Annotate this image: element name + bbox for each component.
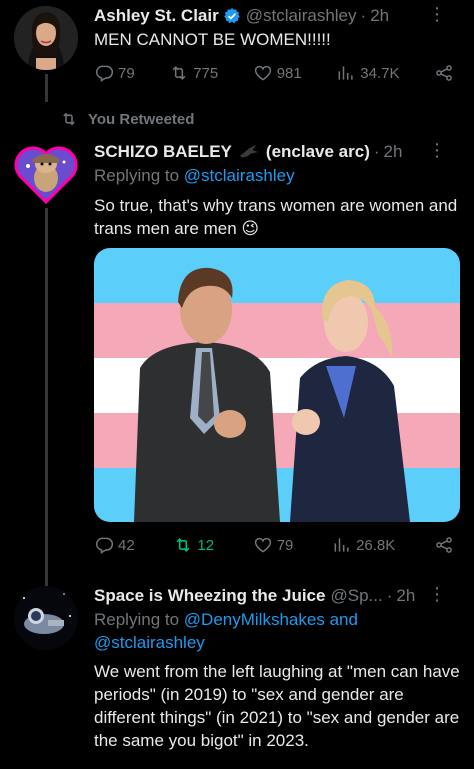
retweeted-label: You Retweeted bbox=[88, 110, 195, 128]
like-count: 981 bbox=[276, 64, 302, 82]
author-name-suffix[interactable]: (enclave arc) bbox=[266, 142, 370, 162]
share-icon bbox=[436, 537, 452, 553]
like-button[interactable]: 981 bbox=[253, 63, 302, 83]
author-handle[interactable]: @Sp... bbox=[330, 586, 382, 606]
separator-dot: · bbox=[373, 142, 380, 161]
timestamp[interactable]: 2h bbox=[370, 6, 389, 26]
verified-badge-icon bbox=[223, 8, 240, 24]
thread-line bbox=[45, 208, 48, 588]
retweet-count: 775 bbox=[193, 64, 219, 82]
avatar-ashley-image bbox=[14, 6, 78, 70]
replying-prefix: Replying to bbox=[94, 610, 180, 629]
replying-prefix: Replying to bbox=[94, 166, 180, 185]
retweet-icon bbox=[172, 66, 186, 80]
views-count: 34.7K bbox=[360, 64, 400, 82]
reply-icon bbox=[95, 65, 114, 82]
reply-button[interactable]: 42 bbox=[94, 535, 135, 555]
tweet-media-image[interactable] bbox=[94, 248, 460, 522]
retweet-button[interactable]: 12 bbox=[173, 535, 214, 555]
retweet-count: 12 bbox=[197, 536, 215, 554]
avatar-space[interactable] bbox=[14, 586, 78, 650]
author-name[interactable]: Space is Wheezing the Juice bbox=[94, 586, 325, 606]
tweet-text: MEN CANNOT BE WOMEN!!!!! bbox=[94, 30, 331, 49]
tweet-text: We went from the left laughing at "men c… bbox=[94, 662, 460, 750]
reply-and-text: and bbox=[329, 610, 358, 629]
timestamp[interactable]: 2h bbox=[396, 586, 415, 606]
more-icon[interactable]: ⋮ bbox=[428, 140, 446, 161]
separator-dot: · bbox=[386, 586, 393, 605]
like-icon bbox=[254, 537, 271, 553]
author-name[interactable]: Ashley St. Clair bbox=[94, 6, 219, 26]
timestamp[interactable]: 2h bbox=[384, 142, 403, 162]
separator-dot: · bbox=[360, 6, 367, 25]
retweet-icon bbox=[176, 537, 190, 553]
author-name[interactable]: SCHIZO BAELEY bbox=[94, 142, 232, 162]
views-icon bbox=[338, 66, 353, 80]
retweet-icon bbox=[63, 112, 75, 126]
reply-mention-link[interactable]: @stclairashley bbox=[94, 633, 205, 652]
retweet-button[interactable]: 775 bbox=[169, 63, 218, 83]
views-icon bbox=[334, 538, 349, 552]
reply-mention-link[interactable]: @stclairashley bbox=[184, 166, 295, 185]
more-icon[interactable]: ⋮ bbox=[428, 584, 446, 605]
avatar-schizo[interactable] bbox=[14, 142, 78, 206]
tweet-schizo[interactable]: SCHIZO BAELEY (enclave arc) · 2h ⋮ Reply… bbox=[0, 136, 474, 588]
reply-icon bbox=[95, 537, 114, 554]
views-button[interactable]: 34.7K bbox=[336, 63, 399, 83]
views-count: 26.8K bbox=[356, 536, 396, 554]
share-icon bbox=[436, 65, 452, 81]
like-icon bbox=[254, 65, 271, 81]
views-button[interactable]: 26.8K bbox=[332, 535, 395, 555]
reply-mention-link[interactable]: @DenyMilkshakes bbox=[184, 610, 325, 629]
like-count: 79 bbox=[276, 536, 294, 554]
reply-count: 79 bbox=[118, 64, 135, 82]
tweet-ashley[interactable]: Ashley St. Clair @stclairashley · 2h ⋮ M… bbox=[0, 0, 474, 100]
reply-count: 42 bbox=[118, 536, 135, 554]
share-button[interactable] bbox=[434, 535, 454, 555]
more-icon[interactable]: ⋮ bbox=[428, 4, 446, 25]
replying-to: Replying to @stclairashley bbox=[94, 164, 460, 187]
tweet-space[interactable]: Space is Wheezing the Juice @Sp... · 2h … bbox=[0, 580, 474, 769]
trans-flag-photo bbox=[94, 248, 460, 522]
like-button[interactable]: 79 bbox=[253, 535, 294, 555]
avatar-schizo-image bbox=[14, 146, 78, 205]
bird-emoji-icon bbox=[239, 144, 258, 158]
share-button[interactable] bbox=[434, 63, 454, 83]
reply-button[interactable]: 79 bbox=[94, 63, 135, 83]
author-handle[interactable]: @stclairashley bbox=[246, 6, 357, 26]
tweet-text: So true, that's why trans women are wome… bbox=[94, 196, 458, 238]
avatar-ashley[interactable] bbox=[14, 6, 78, 70]
replying-to: Replying to @DenyMilkshakes and @stclair… bbox=[94, 608, 460, 654]
thread-line bbox=[45, 74, 48, 102]
avatar-space-image bbox=[14, 586, 78, 650]
retweeted-indicator: You Retweeted bbox=[60, 108, 194, 130]
